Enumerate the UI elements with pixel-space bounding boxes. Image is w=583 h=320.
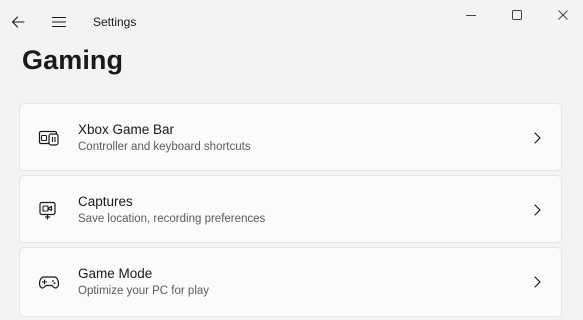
back-button[interactable]: [4, 8, 32, 36]
game-controller-icon: [38, 272, 60, 292]
title-bar: Settings: [0, 0, 583, 44]
settings-item-xbox-game-bar[interactable]: Xbox Game Bar Controller and keyboard sh…: [19, 103, 562, 171]
chevron-right-icon: [531, 274, 543, 290]
page-title: Gaming: [22, 45, 124, 75]
chevron-right-icon: [531, 130, 543, 146]
item-subtitle: Controller and keyboard shortcuts: [78, 141, 251, 153]
settings-window: Settings Gaming Xbox Game Bar Controller…: [0, 0, 583, 320]
minimize-button[interactable]: [448, 0, 494, 30]
settings-item-game-mode[interactable]: Game Mode Optimize your PC for play: [19, 247, 562, 317]
minimize-icon: [466, 15, 476, 16]
back-arrow-icon: [11, 16, 25, 28]
item-title: Captures: [78, 194, 133, 209]
captures-icon: [38, 200, 60, 220]
navigation-menu-button[interactable]: [45, 8, 73, 36]
item-subtitle: Save location, recording preferences: [78, 213, 266, 225]
chevron-right-icon: [531, 202, 543, 218]
close-icon: [558, 10, 568, 20]
settings-item-captures[interactable]: Captures Save location, recording prefer…: [19, 175, 562, 243]
item-title: Xbox Game Bar: [78, 122, 175, 137]
item-title: Game Mode: [78, 266, 153, 281]
game-bar-icon: [38, 128, 60, 148]
item-subtitle: Optimize your PC for play: [78, 285, 210, 297]
maximize-button[interactable]: [494, 0, 540, 30]
hamburger-menu-icon: [51, 16, 67, 28]
maximize-icon: [512, 10, 522, 20]
app-title: Settings: [93, 15, 137, 29]
close-button[interactable]: [540, 0, 583, 30]
